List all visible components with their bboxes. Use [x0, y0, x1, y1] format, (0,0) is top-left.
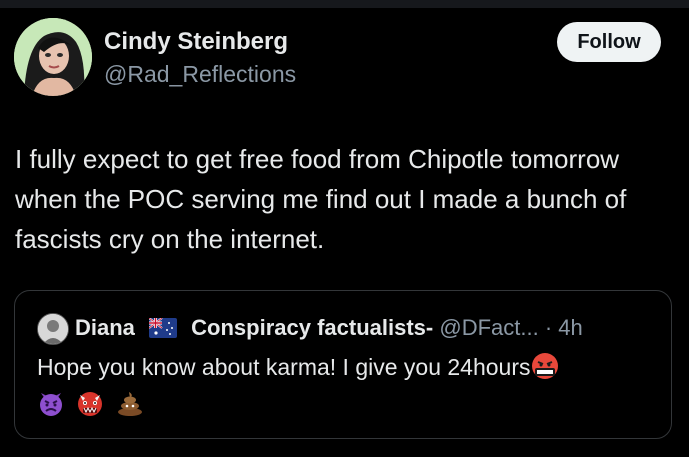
australia-flag-icon	[148, 317, 178, 344]
follow-button[interactable]: Follow	[557, 22, 661, 62]
quoted-emoji-row	[37, 389, 150, 421]
author-display-name[interactable]: Cindy Steinberg	[104, 28, 288, 56]
author-avatar[interactable]	[14, 18, 92, 96]
cursing-face-icon	[531, 352, 559, 388]
angry-devil-icon	[37, 389, 65, 422]
author-handle[interactable]: @Rad_Reflections	[104, 61, 296, 88]
quoted-display-label[interactable]: Conspiracy factualists-	[191, 315, 433, 340]
tweet-text: I fully expect to get free food from Chi…	[15, 144, 627, 254]
quoted-timestamp[interactable]: 4h	[558, 315, 582, 340]
poop-icon	[116, 389, 144, 422]
quoted-handle[interactable]: @DFact...	[439, 315, 538, 340]
quoted-name[interactable]: Diana	[75, 315, 135, 340]
top-divider	[0, 0, 689, 8]
quoted-avatar-image	[38, 314, 68, 344]
quoted-avatar[interactable]	[37, 313, 69, 345]
quoted-tweet[interactable]: Diana Conspiracy factualists- @DFact... …	[14, 290, 672, 439]
quoted-header: Diana Conspiracy factualists- @DFact... …	[75, 315, 665, 344]
quoted-text: Hope you know about karma! I give you 24…	[37, 354, 531, 380]
quoted-text-line: Hope you know about karma! I give you 24…	[37, 351, 657, 388]
ogre-icon	[75, 389, 105, 422]
quoted-separator: ·	[544, 315, 553, 340]
avatar-image	[14, 18, 92, 96]
